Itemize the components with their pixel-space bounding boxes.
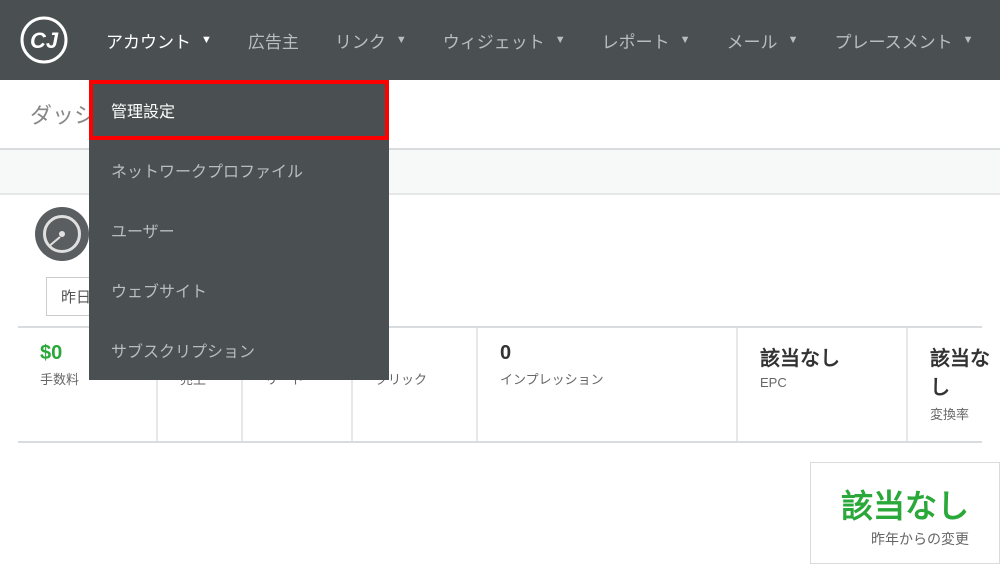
- nav-advertisers-label: 広告主: [248, 28, 299, 53]
- stat-impressions[interactable]: 0 インプレッション: [478, 328, 738, 441]
- dropdown-users[interactable]: ユーザー: [89, 200, 389, 260]
- dropdown-admin-settings[interactable]: 管理設定: [89, 80, 389, 140]
- stat-epc-label: EPC: [760, 375, 884, 390]
- chevron-down-icon: ▼: [680, 34, 691, 46]
- page-title: ダッシ: [30, 98, 96, 130]
- stat-impressions-value: 0: [500, 342, 714, 365]
- nav-links[interactable]: リンク ▼: [317, 0, 425, 80]
- chevron-down-icon: ▼: [555, 34, 566, 46]
- chevron-down-icon: ▼: [963, 34, 974, 46]
- year-change-label: 昨年からの変更: [841, 529, 969, 549]
- dropdown-websites[interactable]: ウェブサイト: [89, 260, 389, 320]
- nav-account-label: アカウント: [106, 28, 191, 53]
- stat-conversion[interactable]: 該当なし 変換率: [908, 328, 1000, 441]
- chevron-down-icon: ▼: [201, 34, 212, 46]
- stat-conversion-value: 該当なし: [930, 342, 996, 400]
- year-change-value: 該当なし: [841, 481, 969, 527]
- nav-placements[interactable]: プレースメント ▼: [816, 0, 991, 80]
- nav-advertisers[interactable]: 広告主: [230, 0, 317, 80]
- nav-reports-label: レポート: [602, 28, 670, 53]
- stat-conversion-label: 変換率: [930, 404, 996, 423]
- year-change-box: 該当なし 昨年からの変更: [810, 462, 1000, 564]
- stat-epc[interactable]: 該当なし EPC: [738, 328, 908, 441]
- dropdown-network-profile[interactable]: ネットワークプロファイル: [89, 140, 389, 200]
- cj-logo[interactable]: CJ: [20, 16, 68, 64]
- dropdown-subscriptions[interactable]: サブスクリプション: [89, 320, 389, 380]
- stat-impressions-label: インプレッション: [500, 369, 714, 388]
- account-dropdown-menu: 管理設定 ネットワークプロファイル ユーザー ウェブサイト サブスクリプション: [89, 80, 389, 380]
- nav-reports[interactable]: レポート ▼: [584, 0, 709, 80]
- chevron-down-icon: ▼: [788, 34, 799, 46]
- nav-account[interactable]: アカウント ▼: [88, 0, 230, 80]
- stat-epc-value: 該当なし: [760, 342, 884, 371]
- nav-widgets-label: ウィジェット: [443, 28, 545, 53]
- nav-mail[interactable]: メール ▼: [709, 0, 817, 80]
- dashboard-gauge-icon: [35, 207, 89, 261]
- nav-links-label: リンク: [335, 28, 386, 53]
- nav-placements-label: プレースメント: [834, 28, 952, 53]
- nav-mail-label: メール: [727, 28, 778, 53]
- svg-text:CJ: CJ: [30, 28, 59, 53]
- date-filter-value: 昨日: [61, 286, 91, 307]
- top-navbar: CJ アカウント ▼ 広告主 リンク ▼ ウィジェット ▼ レポート ▼ メール…: [0, 0, 1000, 80]
- nav-widgets[interactable]: ウィジェット ▼: [425, 0, 584, 80]
- chevron-down-icon: ▼: [396, 34, 407, 46]
